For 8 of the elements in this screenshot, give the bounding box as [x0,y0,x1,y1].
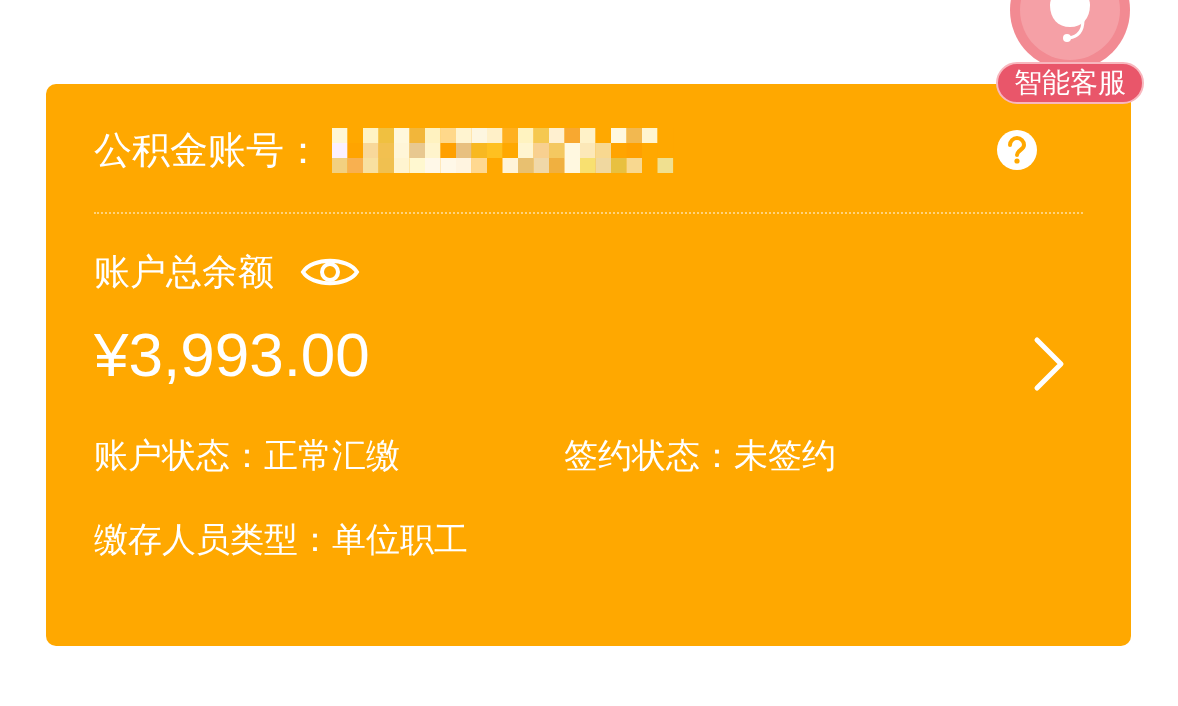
balance-amount: ¥3,993.00 [94,324,371,386]
account-label: 公积金账号： [94,131,322,169]
status-text: 签约状态：未签约 [562,438,837,472]
help-icon[interactable] [996,129,1038,171]
status-text: 缴存人员类型：单位职工 [94,522,469,556]
status-text: 账户状态：正常汇缴 [94,438,401,472]
balance-label: 账户总余额 [94,254,274,290]
service-badge[interactable]: 智能客服 [996,62,1144,104]
